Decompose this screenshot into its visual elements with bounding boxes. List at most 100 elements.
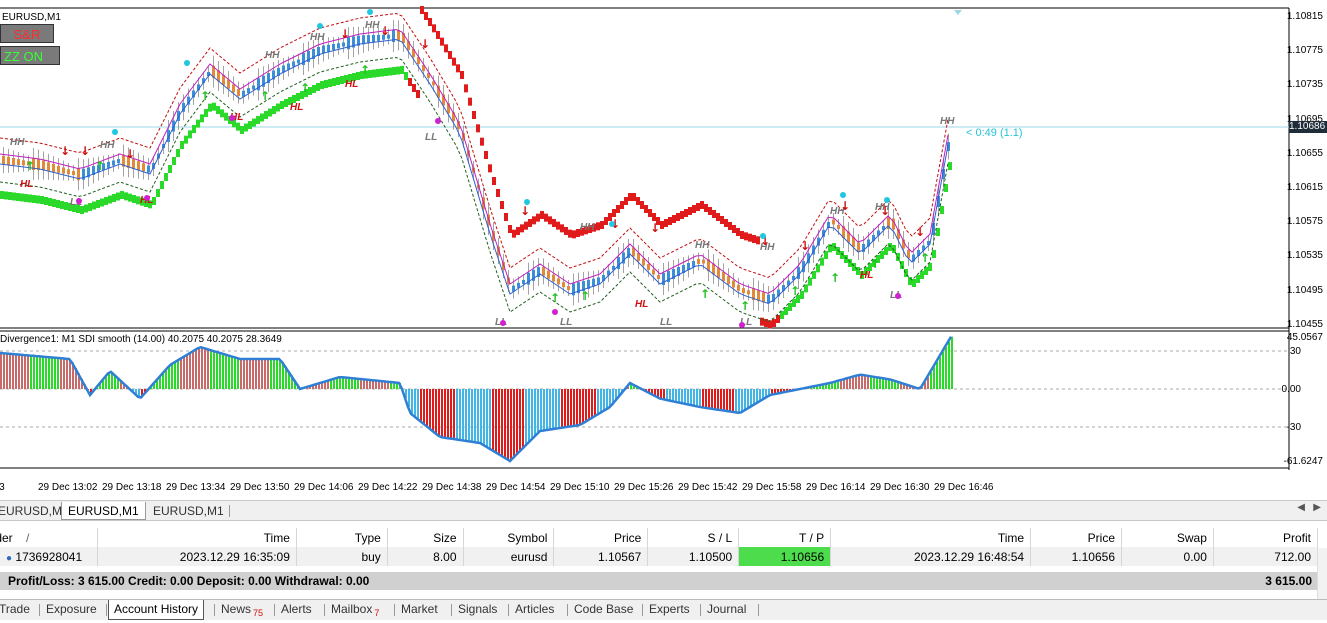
trend-ma-block <box>912 279 916 287</box>
indicator-bar <box>432 389 434 431</box>
sell-arrow-icon: ↓ <box>380 24 390 38</box>
tab-mailbox[interactable]: Mailbox7 <box>326 600 384 619</box>
chart-tab-active[interactable]: EURUSD,M1 <box>61 502 146 520</box>
indicator-bar <box>588 389 590 420</box>
trend-ma-block <box>60 201 64 209</box>
trend-ma-block <box>472 111 476 119</box>
trend-ma-block <box>12 193 16 201</box>
indicator-bar <box>162 374 164 389</box>
indicator-bar <box>735 389 737 412</box>
trend-ma-block <box>452 58 456 66</box>
col-close-time[interactable]: Time <box>831 528 1031 547</box>
indicator-bar <box>33 356 35 389</box>
tab-separator <box>39 604 40 616</box>
trend-ma-block <box>284 99 288 107</box>
sell-arrow-icon: ↓ <box>650 221 660 235</box>
sr-toggle-button[interactable]: S&R <box>0 24 54 43</box>
trend-ma-block <box>200 114 204 122</box>
candle-body <box>292 62 295 67</box>
tab-scroll-arrows[interactable]: ◀ ▶ <box>1297 502 1321 513</box>
col-symbol[interactable]: Symbol <box>463 528 554 547</box>
indicator-bar <box>717 389 719 410</box>
buy-arrow-icon: ↑ <box>95 159 105 173</box>
tab-label: Articles <box>515 602 554 616</box>
vertical-scrollbar[interactable] <box>1317 548 1327 600</box>
trend-ma-block <box>220 109 224 117</box>
tab-code-base[interactable]: Code Base <box>569 600 638 619</box>
trend-ma-block <box>196 120 200 128</box>
trend-ma-block <box>680 211 684 219</box>
indicator-bar <box>474 389 476 442</box>
indicator-bar <box>231 356 233 389</box>
indicator-bar <box>684 389 686 404</box>
chart-area[interactable]: HHHHHHHHHHHHHHHHHHHHHHLLLLLLLLLLLLLLHLHL… <box>0 0 1327 500</box>
trend-ma-block <box>940 206 944 214</box>
tab-label: Alerts <box>281 602 312 616</box>
candle-body <box>142 163 145 171</box>
trend-ma-block <box>660 221 664 229</box>
trend-ma-block <box>712 210 716 218</box>
tab-market[interactable]: Market <box>396 600 443 619</box>
tab-news[interactable]: News75 <box>216 600 268 619</box>
indicator-bar <box>690 389 692 405</box>
trend-ma-block <box>520 224 524 232</box>
indicator-bar <box>561 389 563 428</box>
col-price[interactable]: Price <box>554 528 648 547</box>
indicator-bar <box>240 359 242 389</box>
buy-arrow-icon: ↑ <box>740 299 750 313</box>
candle-body <box>642 259 645 266</box>
candle-body <box>742 288 745 293</box>
cell-order: ● 1736928041 <box>0 547 97 566</box>
buy-arrow-icon: ↑ <box>920 251 930 265</box>
indicator-bar <box>660 389 662 399</box>
table-row[interactable]: ● 1736928041 2023.12.29 16:35:09 buy 8.0… <box>0 547 1318 566</box>
price-chart-canvas[interactable]: HHHHHHHHHHHHHHHHHHHHHHLLLLLLLLLLLLLLHLHL… <box>0 0 1327 500</box>
tab-articles[interactable]: Articles <box>510 600 559 619</box>
indicator-bar <box>267 359 269 389</box>
tab-label: Code Base <box>574 602 633 616</box>
indicator-bar <box>522 389 524 449</box>
trend-ma-block <box>412 84 416 92</box>
price-tick-label: 1.10815 <box>1287 11 1323 22</box>
col-order[interactable]: Order / <box>0 528 97 547</box>
indicator-bar <box>579 389 581 425</box>
zz-toggle-button[interactable]: ZZ ON <box>0 46 60 65</box>
buy-arrow-icon: ↑ <box>790 284 800 298</box>
col-swap[interactable]: Swap <box>1122 528 1214 547</box>
buy-arrow-icon: ↑ <box>830 271 840 285</box>
trend-ma-block <box>456 64 460 72</box>
col-type[interactable]: Type <box>296 528 387 547</box>
candle-body <box>2 156 5 165</box>
trend-ma-block <box>44 197 48 205</box>
chart-tab[interactable]: EURUSD,M1 <box>147 502 230 520</box>
tab-journal[interactable]: Journal <box>702 600 751 619</box>
col-profit[interactable]: Profit <box>1213 528 1317 547</box>
col-time[interactable]: Time <box>97 528 296 547</box>
trend-ma-block <box>316 83 320 91</box>
candle-body <box>17 159 20 165</box>
buy-arrow-icon: ↑ <box>870 257 880 271</box>
indicator-bar <box>504 389 506 457</box>
tab-exposure[interactable]: Exposure <box>41 600 102 619</box>
col-size[interactable]: Size <box>387 528 463 547</box>
col-tp[interactable]: T / P <box>739 528 831 547</box>
trend-ma-block <box>648 209 652 217</box>
trend-ma-block <box>276 104 280 112</box>
tab-account-history[interactable]: Account History <box>108 600 204 620</box>
trend-ma-block <box>548 216 552 224</box>
tab-trade[interactable]: Trade <box>0 600 35 619</box>
trend-ma-block <box>272 106 276 114</box>
col-sl[interactable]: S / L <box>648 528 739 547</box>
indicator-bar <box>876 377 878 389</box>
trend-ma-block <box>280 101 284 109</box>
col-close-price[interactable]: Price <box>1031 528 1122 547</box>
indicator-bar <box>276 359 278 389</box>
candle-body <box>647 264 650 270</box>
trend-ma-block <box>948 162 952 170</box>
tab-alerts[interactable]: Alerts <box>276 600 317 619</box>
swing-label: HL <box>635 299 648 310</box>
candle-body <box>52 164 55 172</box>
indicator-bar <box>243 359 245 389</box>
tab-experts[interactable]: Experts <box>644 600 695 619</box>
tab-signals[interactable]: Signals <box>453 600 502 619</box>
